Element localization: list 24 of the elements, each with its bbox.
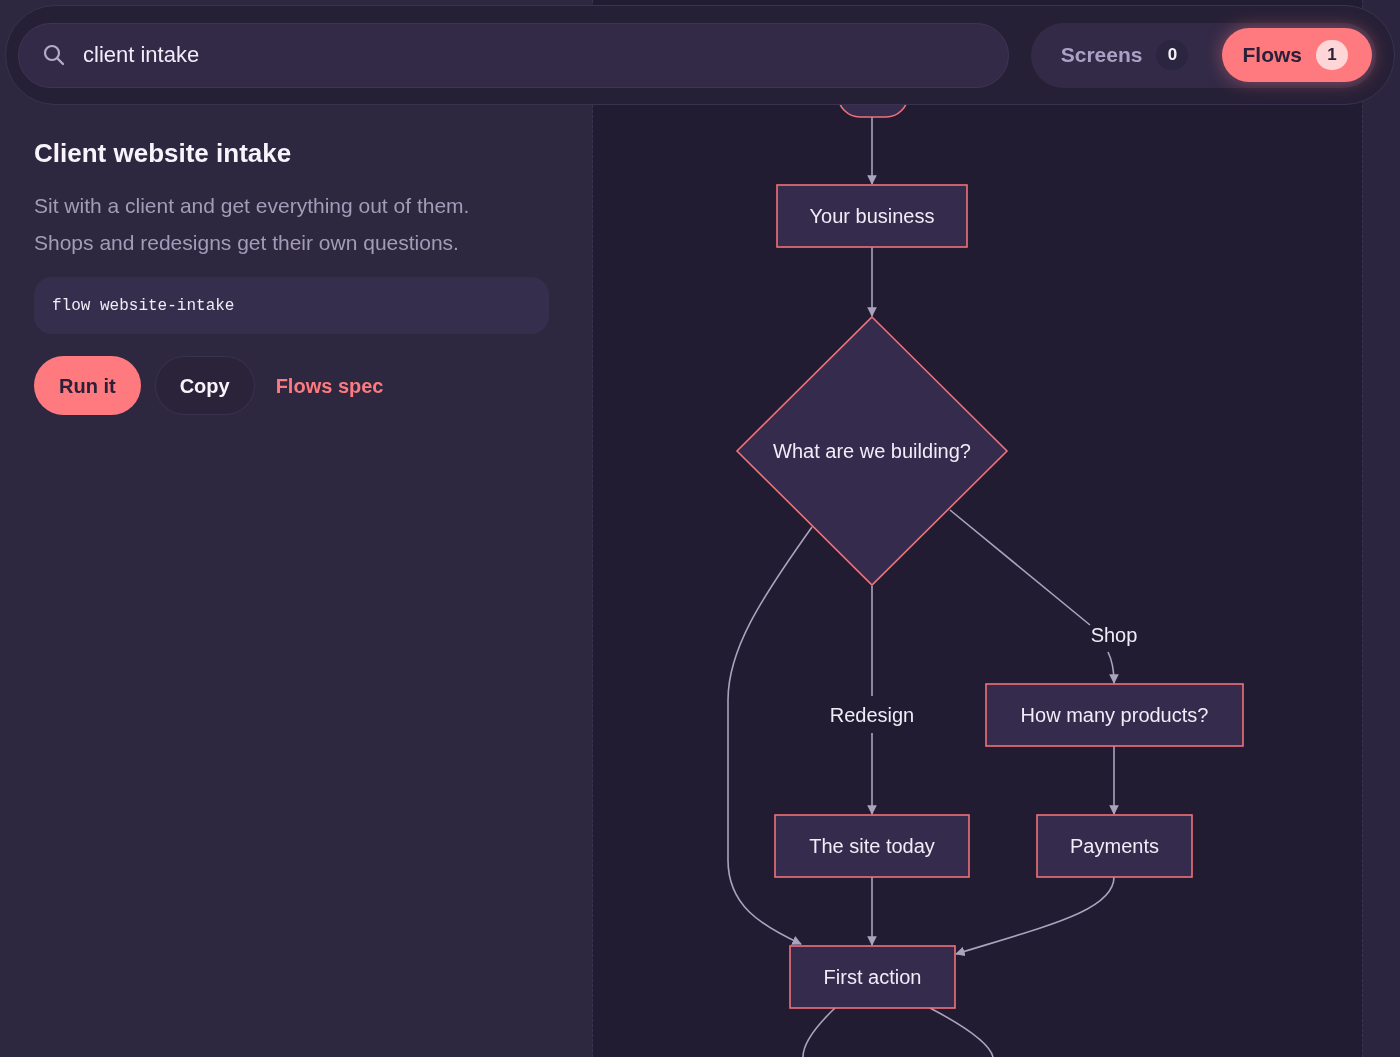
flow-description: Sit with a client and get everything out of them. Shops and redesigns get their own questions. (34, 193, 471, 257)
connector-arrow (867, 246, 877, 317)
tab[interactable]: Screens 0 (1040, 28, 1213, 82)
node-label: What are we building? (773, 440, 971, 462)
connector-arrow (867, 876, 877, 946)
connector-arrow (867, 116, 877, 185)
node-label: First action (823, 966, 922, 988)
search-field[interactable]: client intake (18, 22, 1009, 88)
node-label: Your business (809, 205, 935, 227)
edge-label: Shop (1090, 624, 1138, 646)
edge-label: Redesign (829, 704, 915, 726)
count-badge: 1 (1316, 40, 1348, 70)
command-snippet: flow website-intake (34, 277, 549, 335)
flow-title: Client website intake (34, 138, 293, 170)
run-button[interactable]: Run it (34, 356, 141, 416)
connector-arrow (1109, 745, 1119, 815)
search-icon (42, 42, 66, 67)
spec-link[interactable]: Flows spec (268, 356, 391, 416)
copy-button[interactable]: Copy (154, 356, 255, 416)
node-label: Payments (1070, 835, 1159, 857)
count-badge: 0 (1156, 40, 1189, 70)
node-label: How many products? (1020, 704, 1209, 726)
tab[interactable]: Flows 1 (1222, 28, 1372, 82)
node-label: The site today (809, 835, 935, 857)
